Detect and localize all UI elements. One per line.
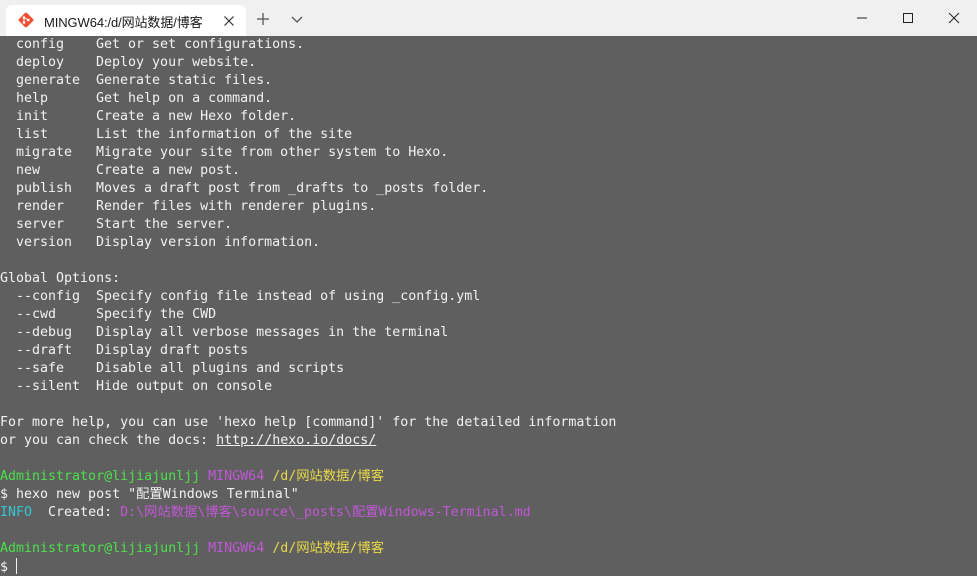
close-icon[interactable] [931,0,977,36]
global-options-heading: Global Options: [0,271,121,286]
command-input-line: $ hexo new post "配置Windows Terminal" [0,487,299,502]
option-row: --draft Display draft posts [0,342,248,360]
terminal-output[interactable]: config Get or set configurations. deploy D… [0,36,977,576]
command-name: list [16,127,49,142]
info-path: D:\网站数据\博客\source\_posts\配置Windows-Termi… [120,505,531,520]
info-tag: INFO [0,505,33,520]
prompt-user: Administrator@lijiajunljj [0,469,201,484]
command-row: version Display version information. [0,234,320,252]
tab-title: MINGW64:/d/网站数据/博客 [44,15,203,30]
option-desc: Display draft posts [96,343,249,358]
option-name: --cwd [16,307,57,322]
prompt-line: Administrator@lijiajunljj MINGW64 /d/网站数… [0,468,384,486]
option-desc: Hide output on console [96,379,273,394]
prompt-user: Administrator@lijiajunljj [0,541,201,556]
command-desc: Generate static files. [96,73,273,88]
command-name: server [16,217,65,232]
option-row: --config Specify config file instead of u… [0,288,480,306]
command-row: config Get or set configurations. [0,36,304,54]
option-row: --safe Disable all plugins and scripts [0,360,344,378]
command-name: deploy [16,55,65,70]
command-desc: Create a new Hexo folder. [96,109,297,124]
command-desc: Deploy your website. [96,55,257,70]
command-row: list List the information of the site [0,126,352,144]
command-name: config [16,37,65,52]
git-icon [18,12,34,28]
command-row: server Start the server. [0,216,232,234]
chevron-down-icon[interactable] [284,8,310,30]
option-row: --cwd Specify the CWD [0,306,216,324]
plus-icon[interactable] [250,8,276,30]
option-desc: Specify config file instead of using _co… [96,289,481,304]
info-line: INFO Created: D:\网站数据\博客\source\_posts\配… [0,504,531,522]
option-name: --silent [16,379,81,394]
text-cursor [16,558,18,574]
terminal-window: MINGW64:/d/网站数据/博客 config Get or set con… [0,0,977,576]
help-footer-docs: or you can check the docs: http://hexo.i… [0,432,376,450]
option-desc: Display all verbose messages in the term… [96,325,449,340]
maximize-icon[interactable] [885,0,931,36]
option-row: --silent Hide output on console [0,378,272,396]
option-name: --safe [16,361,65,376]
command-desc: Start the server. [96,217,233,232]
tab-mingw64[interactable]: MINGW64:/d/网站数据/博客 [6,5,246,36]
option-row: --debug Display all verbose messages in t… [0,324,448,342]
docs-prefix: or you can check the docs: [0,433,217,448]
command-desc: Render files with renderer plugins. [96,199,377,214]
command-row: generate Generate static files. [0,72,272,90]
command-row: new Create a new post. [0,162,240,180]
command-desc: Get help on a command. [96,91,273,106]
prompt-host: MINGW64 [208,469,265,484]
command-name: generate [16,73,81,88]
command-desc: Display version information. [96,235,321,250]
option-name: --draft [16,343,73,358]
command-name: migrate [16,145,73,160]
command-name: new [16,163,41,178]
command-desc: Migrate your site from other system to H… [96,145,449,160]
command-name: version [16,235,73,250]
prompt-line: Administrator@lijiajunljj MINGW64 /d/网站数… [0,540,384,558]
command-row: init Create a new Hexo folder. [0,108,296,126]
option-desc: Specify the CWD [96,307,217,322]
option-name: --debug [16,325,73,340]
option-desc: Disable all plugins and scripts [96,361,345,376]
info-label: Created: [32,505,121,520]
prompt-path: /d/网站数据/博客 [272,541,385,556]
command-row: deploy Deploy your website. [0,54,256,72]
command-row: publish Moves a draft post from _drafts t… [0,180,488,198]
input-prompt: $ [0,560,17,575]
command-desc: Create a new post. [96,163,241,178]
command-row: render Render files with renderer plugins… [0,198,376,216]
command-desc: Moves a draft post from _drafts to _post… [96,181,489,196]
minimize-icon[interactable] [839,0,885,36]
help-footer-line: For more help, you can use 'hexo help [c… [0,415,617,430]
active-input-line[interactable]: $ [0,558,18,576]
prompt-host: MINGW64 [208,541,265,556]
title-bar: MINGW64:/d/网站数据/博客 [0,0,977,36]
command-name: publish [16,181,73,196]
command-row: migrate Migrate your site from other syst… [0,144,448,162]
tab-close-icon[interactable] [220,12,238,30]
command-row: help Get help on a command. [0,90,272,108]
prompt-path: /d/网站数据/博客 [272,469,385,484]
docs-link[interactable]: http://hexo.io/docs/ [216,433,376,448]
command-name: help [16,91,49,106]
command-name: render [16,199,65,214]
option-name: --config [16,289,81,304]
command-desc: Get or set configurations. [96,37,305,52]
command-desc: List the information of the site [96,127,353,142]
command-name: init [16,109,49,124]
